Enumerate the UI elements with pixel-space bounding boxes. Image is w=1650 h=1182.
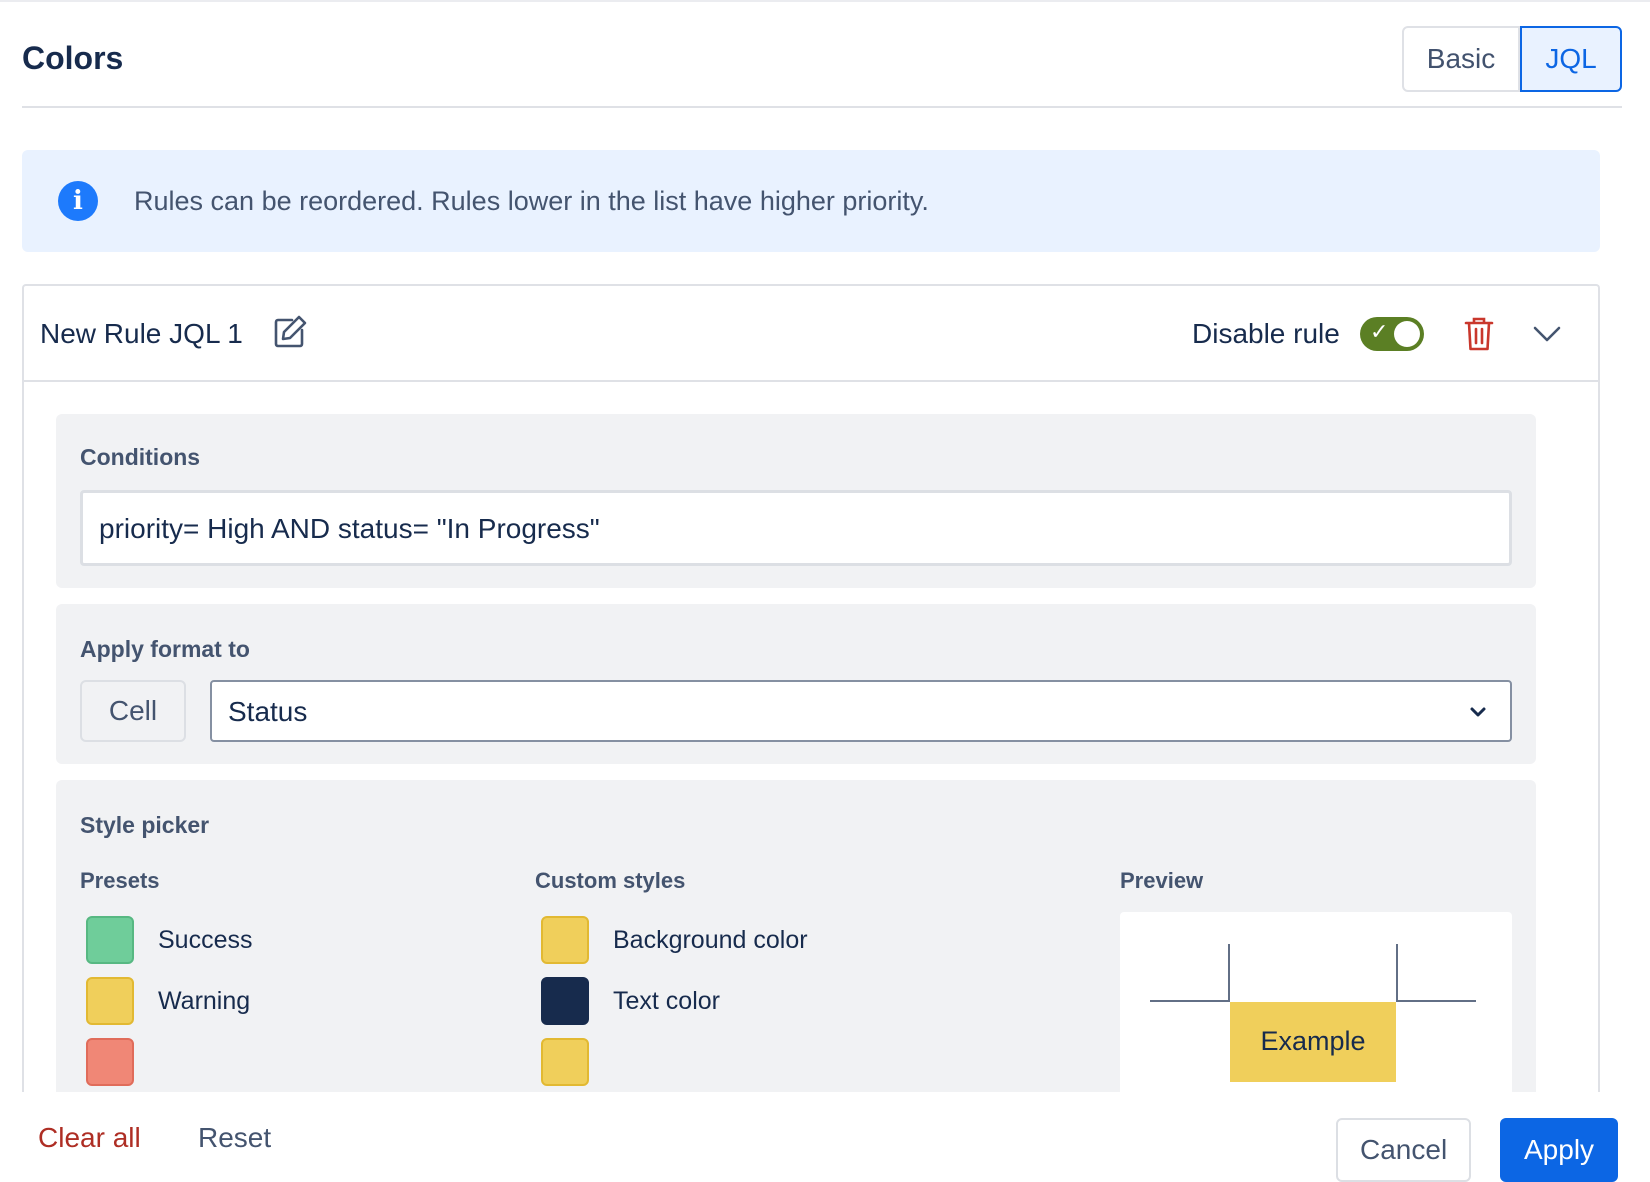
preset-warning[interactable]: Warning [86, 977, 250, 1025]
preview-example-text: Example [1260, 1026, 1366, 1056]
mode-jql-button[interactable]: JQL [1520, 26, 1622, 92]
info-text: Rules can be reordered. Rules lower in t… [134, 186, 929, 216]
field-select-value: Status [228, 696, 308, 727]
apply-format-title: Apply format to [80, 636, 250, 662]
preview-grid-line [1150, 1000, 1230, 1002]
custom-label: Background color [613, 925, 808, 954]
background-color-swatch [541, 916, 589, 964]
mode-basic-button[interactable]: Basic [1402, 26, 1520, 92]
colors-panel: Colors Basic JQL i Rules can be reordere… [0, 0, 1650, 1182]
rule-name: New Rule JQL 1 [40, 318, 243, 349]
custom-styles-title: Custom styles [535, 868, 686, 893]
panel-header: Colors Basic JQL [22, 2, 1622, 108]
cancel-button[interactable]: Cancel [1336, 1118, 1472, 1182]
preset-success[interactable]: Success [86, 916, 252, 964]
preview-box: Example [1120, 912, 1512, 1092]
style-swatch [541, 1038, 589, 1086]
success-swatch [86, 916, 134, 964]
reset-button[interactable]: Reset [198, 1122, 271, 1154]
style-picker-title: Style picker [80, 812, 210, 838]
info-icon: i [58, 181, 98, 221]
preview-grid-line [1228, 944, 1230, 1002]
footer-bar: Clear all Reset Cancel Apply [0, 1092, 1650, 1182]
apply-button[interactable]: Apply [1500, 1118, 1619, 1182]
text-color-swatch [541, 977, 589, 1025]
rule-card: New Rule JQL 1 Disable rule ✓ Conditions… [22, 284, 1600, 1092]
cell-scope-button[interactable]: Cell [80, 680, 186, 742]
apply-format-section: Apply format to Cell Status [56, 604, 1536, 764]
preview-title: Preview [1120, 868, 1204, 893]
trash-icon[interactable] [1464, 316, 1494, 352]
warning-swatch [86, 977, 134, 1025]
disable-rule-toggle[interactable]: ✓ [1360, 317, 1424, 351]
custom-background-color[interactable]: Background color [541, 916, 808, 964]
danger-swatch [86, 1038, 134, 1086]
custom-text-color[interactable]: Text color [541, 977, 720, 1025]
conditions-title: Conditions [80, 444, 201, 470]
info-banner: i Rules can be reordered. Rules lower in… [22, 150, 1600, 252]
preview-grid-line [1396, 944, 1398, 1002]
chevron-down-icon[interactable] [1532, 322, 1562, 346]
edit-icon[interactable] [272, 314, 308, 350]
preview-grid-line [1396, 1000, 1476, 1002]
style-picker-section: Style picker Presets Success Warning Cus… [56, 780, 1536, 1092]
check-icon: ✓ [1370, 320, 1389, 345]
clear-all-button[interactable]: Clear all [38, 1122, 141, 1154]
presets-title: Presets [80, 868, 160, 893]
field-select[interactable]: Status [210, 680, 1512, 742]
preset-label: Warning [158, 986, 251, 1015]
rule-header[interactable]: New Rule JQL 1 Disable rule ✓ [24, 286, 1598, 382]
chevron-down-icon [1470, 707, 1486, 717]
disable-rule-label: Disable rule [1192, 318, 1340, 349]
rules-scroll-area[interactable]: i Rules can be reordered. Rules lower in… [22, 148, 1622, 1092]
preset-label: Success [158, 925, 253, 954]
toggle-knob [1394, 321, 1420, 347]
page-title: Colors [22, 40, 124, 76]
mode-switch: Basic JQL [1402, 26, 1622, 92]
preset-danger[interactable] [86, 1038, 158, 1086]
custom-third-style[interactable] [541, 1038, 613, 1086]
conditions-section: Conditions priority= High AND status= "I… [56, 414, 1536, 588]
custom-label: Text color [613, 986, 720, 1015]
preview-example-cell: Example [1230, 1002, 1396, 1082]
jql-conditions-input[interactable]: priority= High AND status= "In Progress" [80, 490, 1512, 566]
